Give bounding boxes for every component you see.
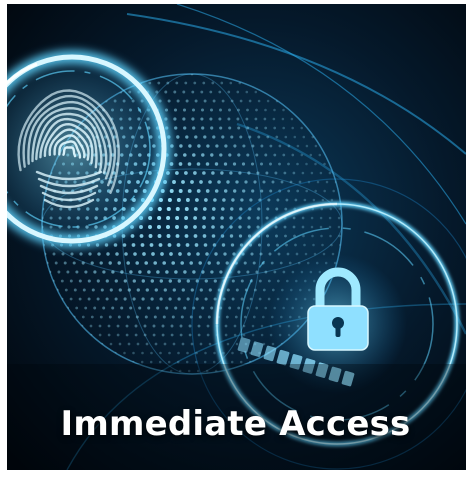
image-frame: Immediate Access — [0, 0, 471, 477]
illustration-svg — [7, 4, 466, 470]
caption-title: Immediate Access — [60, 404, 411, 444]
cyber-security-illustration — [7, 4, 466, 470]
